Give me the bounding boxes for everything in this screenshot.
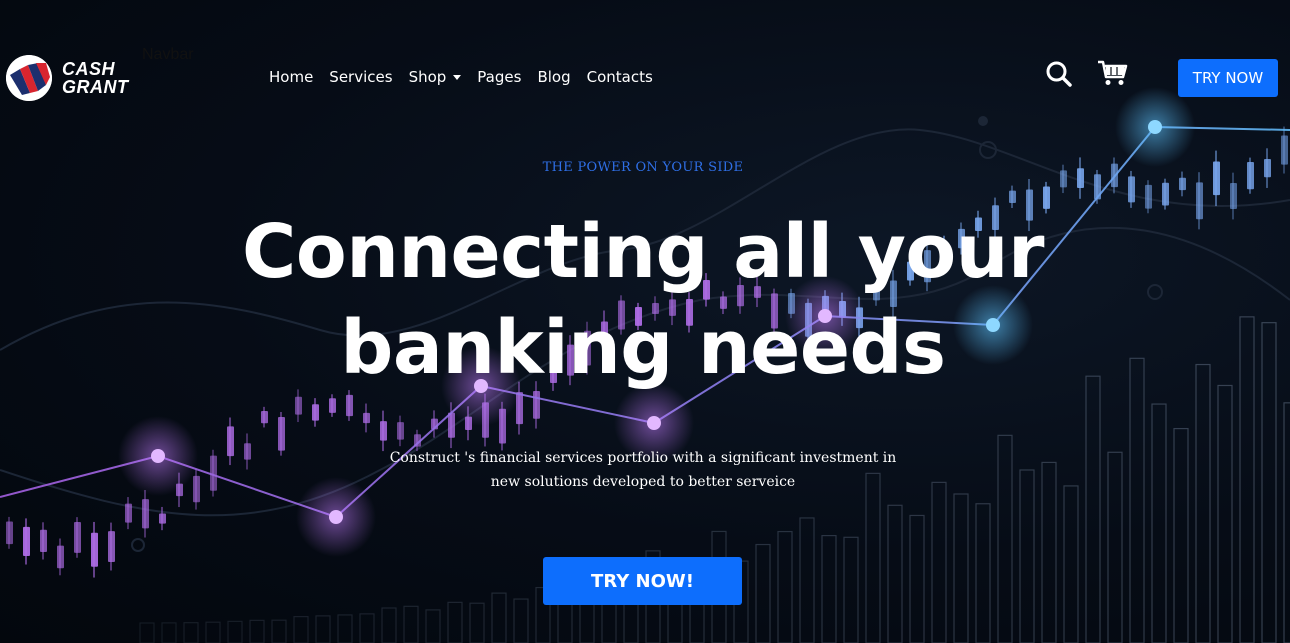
candle-body — [6, 521, 13, 545]
logo-icon — [6, 55, 52, 101]
candle-body — [346, 394, 353, 417]
volume-bar — [1217, 384, 1233, 643]
volume-bar — [381, 607, 397, 643]
volume-bar — [1063, 485, 1079, 643]
volume-bar — [403, 605, 419, 643]
hero-subtitle-line1: Construct 's financial services portfoli… — [389, 450, 897, 466]
candle-body — [397, 422, 404, 440]
brand-name-line1: CASH — [62, 59, 116, 79]
try-now-button[interactable]: TRY NOW — [1178, 59, 1278, 97]
candle-body — [1179, 177, 1186, 191]
candle-body — [312, 404, 319, 421]
candle-body — [329, 398, 336, 413]
caret-down-icon — [453, 74, 462, 80]
volume-bar — [1283, 402, 1290, 643]
wave-node — [131, 538, 145, 552]
hero-title-line2: banking needs — [340, 305, 946, 391]
nav-item-label: Shop — [408, 68, 447, 86]
nav-item-label: Contacts — [586, 68, 653, 86]
candle-body — [380, 421, 387, 441]
candle-body — [74, 522, 81, 553]
navbar: CASH GRANT Navbar Home Services Shop Pag… — [0, 0, 1290, 150]
volume-bar — [843, 536, 859, 643]
candle-body — [1162, 182, 1169, 206]
nav-item-label: Services — [329, 68, 393, 86]
nav-item-pages[interactable]: Pages — [477, 68, 521, 86]
volume-bar — [865, 472, 881, 643]
candle-body — [40, 529, 47, 553]
volume-bar — [513, 598, 529, 643]
volume-bar — [227, 620, 243, 643]
volume-bar — [447, 601, 463, 643]
navbar-alt-text: Navbar — [142, 46, 194, 63]
volume-bar — [1019, 469, 1035, 643]
volume-bar — [909, 514, 925, 643]
candle-body — [23, 526, 30, 556]
hero-subtitle-line2: new solutions developed to better servei… — [490, 474, 796, 490]
volume-bar — [777, 530, 793, 643]
candle-body — [363, 412, 370, 424]
candle-body — [91, 532, 98, 567]
volume-bar — [1151, 403, 1167, 643]
brand-name: CASH GRANT — [62, 60, 129, 96]
hero-eyebrow: THE POWER ON YOUR SIDE — [542, 160, 744, 175]
volume-bar — [469, 602, 485, 643]
trend-node — [647, 416, 661, 430]
candle-body — [159, 513, 166, 524]
candle-body — [108, 531, 115, 563]
candle-body — [261, 410, 268, 424]
nav-item-services[interactable]: Services — [329, 68, 392, 86]
nav-item-blog[interactable]: Blog — [537, 68, 570, 86]
volume-bar — [139, 622, 155, 643]
hero-subtitle: Construct 's financial services portfoli… — [0, 446, 1286, 494]
volume-bar — [1085, 375, 1101, 643]
volume-bar — [425, 609, 441, 643]
candle-body — [448, 412, 455, 438]
search-icon[interactable] — [1045, 60, 1073, 92]
volume-bar — [161, 622, 177, 643]
volume-bar — [1195, 363, 1211, 643]
main-nav: Home Services Shop Pages Blog Contacts — [269, 68, 653, 86]
volume-bar — [755, 543, 771, 643]
volume-bar — [315, 615, 331, 643]
hero-try-now-button[interactable]: TRY NOW! — [543, 557, 742, 605]
landing-page: CASH GRANT Navbar Home Services Shop Pag… — [0, 0, 1290, 643]
volume-bar — [931, 481, 947, 643]
volume-bar — [887, 504, 903, 643]
hero-title-line1: Connecting all your — [242, 209, 1044, 295]
brand-logo[interactable]: CASH GRANT — [6, 55, 129, 101]
volume-bar — [359, 613, 375, 643]
hero-title: Connecting all your banking needs — [0, 204, 1286, 396]
brand-name-line2: GRANT — [62, 77, 129, 97]
volume-bar — [1129, 357, 1145, 643]
nav-item-label: Home — [269, 68, 314, 86]
nav-item-shop[interactable]: Shop — [409, 68, 462, 86]
candle-body — [57, 545, 64, 569]
candle-body — [1009, 190, 1016, 204]
volume-bar — [821, 534, 837, 643]
nav-item-contacts[interactable]: Contacts — [587, 68, 653, 86]
volume-bar — [271, 619, 287, 643]
trend-node — [329, 510, 343, 524]
volume-bar — [337, 614, 353, 643]
volume-bar — [491, 592, 507, 643]
candle-body — [142, 499, 149, 529]
volume-bar — [249, 619, 265, 643]
volume-bar — [293, 616, 309, 643]
nav-item-label: Pages — [477, 68, 522, 86]
nav-item-label: Blog — [537, 68, 571, 86]
candle-body — [295, 396, 302, 415]
candle-body — [1128, 176, 1135, 203]
cart-icon[interactable] — [1097, 59, 1129, 91]
volume-bar — [953, 493, 969, 643]
volume-bar — [975, 503, 991, 643]
nav-item-home[interactable]: Home — [269, 68, 313, 86]
volume-bar — [799, 517, 815, 643]
candle-body — [125, 503, 132, 523]
volume-bar — [183, 622, 199, 643]
volume-bar — [205, 621, 221, 643]
